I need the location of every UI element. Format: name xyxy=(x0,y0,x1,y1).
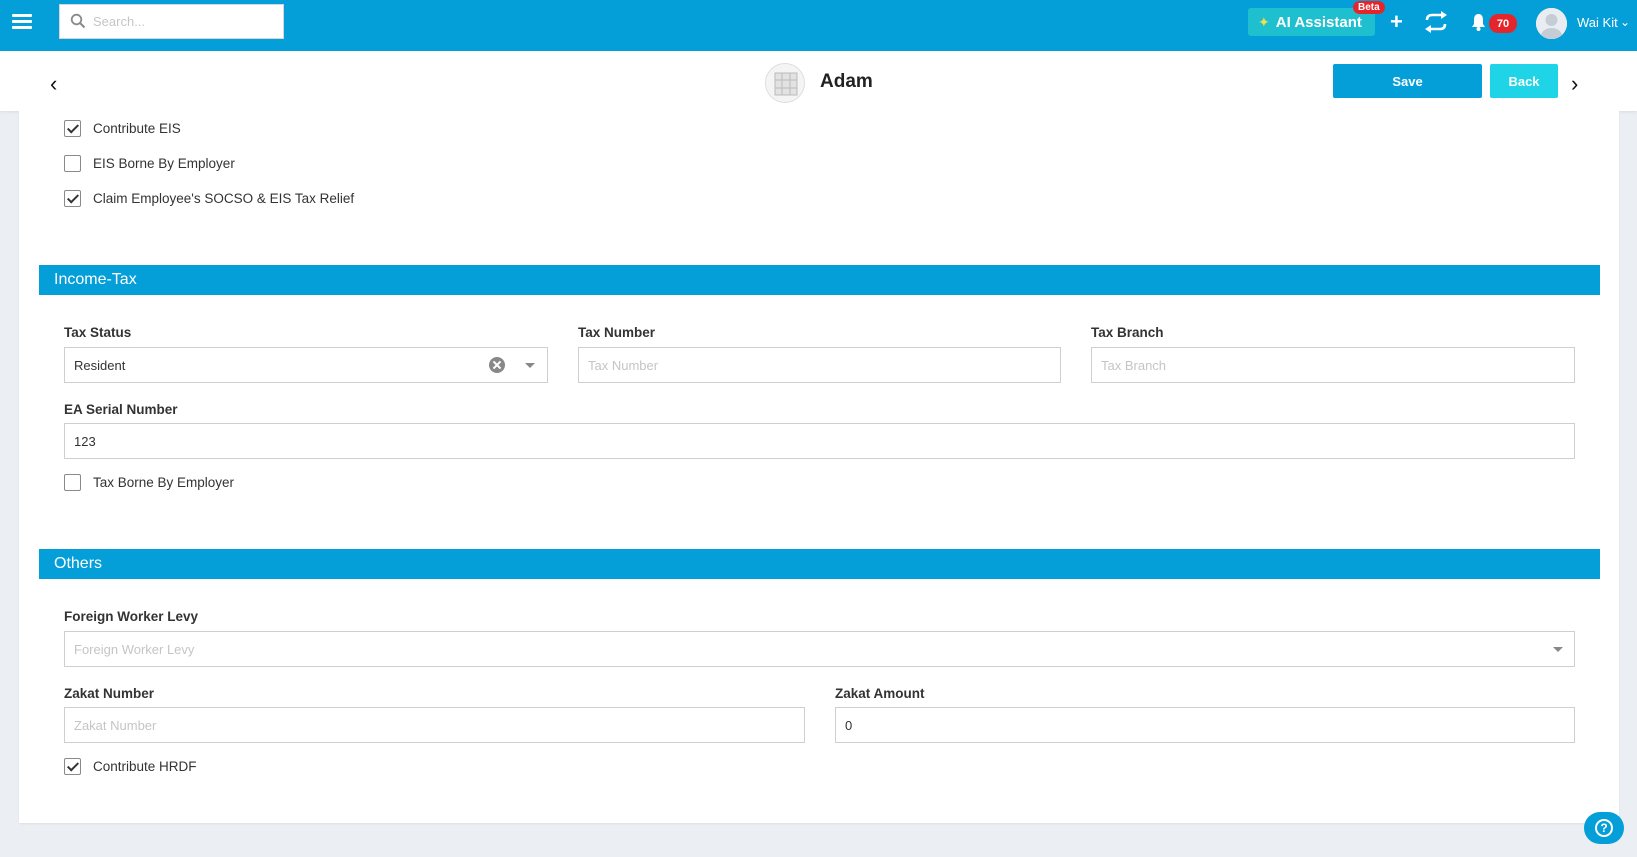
contribute-hrdf-checkbox[interactable] xyxy=(64,758,81,775)
claim-relief-label: Claim Employee's SOCSO & EIS Tax Relief xyxy=(93,191,355,206)
zakat-amount-value: 0 xyxy=(845,717,853,733)
search-box[interactable] xyxy=(59,4,284,39)
back-button[interactable]: Back xyxy=(1490,64,1558,98)
zakat-amount-input[interactable]: 0 xyxy=(835,707,1575,743)
zakat-amount-label: Zakat Amount xyxy=(835,686,925,701)
question-icon: ? xyxy=(1595,819,1613,837)
tax-number-label: Tax Number xyxy=(578,325,656,340)
next-employee-icon[interactable]: › xyxy=(1571,71,1578,97)
zakat-number-label: Zakat Number xyxy=(64,686,155,701)
tax-status-select[interactable]: Resident xyxy=(64,347,548,383)
tax-branch-input[interactable]: Tax Branch xyxy=(1091,347,1575,383)
employee-name: Adam xyxy=(820,71,873,92)
top-navigation-bar: ✦ AI Assistant Beta + 70 Wai Kit ⌄ xyxy=(0,0,1637,51)
contribute-eis-checkbox[interactable] xyxy=(64,120,81,137)
save-button[interactable]: Save xyxy=(1333,64,1482,98)
help-button[interactable]: ? xyxy=(1584,812,1624,844)
contribute-hrdf-label: Contribute HRDF xyxy=(93,759,197,774)
claim-relief-checkbox[interactable] xyxy=(64,190,81,207)
ea-serial-value: 123 xyxy=(74,433,96,449)
tax-number-placeholder: Tax Number xyxy=(588,357,659,373)
contribute-eis-row[interactable]: Contribute EIS xyxy=(64,120,181,137)
foreign-levy-select[interactable]: Foreign Worker Levy xyxy=(64,631,1575,667)
ea-serial-input[interactable]: 123 xyxy=(64,423,1575,459)
tax-borne-checkbox[interactable] xyxy=(64,474,81,491)
others-section-header: Others xyxy=(39,549,1600,579)
clear-icon[interactable] xyxy=(489,357,505,373)
claim-relief-row[interactable]: Claim Employee's SOCSO & EIS Tax Relief xyxy=(64,190,354,207)
search-input[interactable] xyxy=(93,5,278,38)
tax-branch-label: Tax Branch xyxy=(1091,325,1164,340)
hamburger-menu-icon[interactable] xyxy=(12,14,32,30)
tax-borne-row[interactable]: Tax Borne By Employer xyxy=(64,474,234,491)
sparkle-icon: ✦ xyxy=(1258,13,1270,30)
user-avatar[interactable] xyxy=(1536,8,1567,39)
ai-assistant-label: AI Assistant xyxy=(1275,13,1362,31)
bell-icon[interactable] xyxy=(1471,13,1486,31)
dropdown-caret-icon[interactable] xyxy=(1553,647,1563,652)
income-tax-section-header: Income-Tax xyxy=(39,265,1600,295)
tax-branch-placeholder: Tax Branch xyxy=(1101,357,1167,373)
tax-status-label: Tax Status xyxy=(64,325,132,340)
previous-employee-icon[interactable]: ‹ xyxy=(50,71,57,97)
tax-borne-label: Tax Borne By Employer xyxy=(93,475,235,490)
contribute-hrdf-row[interactable]: Contribute HRDF xyxy=(64,758,197,775)
employee-avatar xyxy=(765,63,805,103)
eis-borne-label: EIS Borne By Employer xyxy=(93,156,235,171)
tax-status-value: Resident xyxy=(74,357,126,373)
user-name[interactable]: Wai Kit xyxy=(1577,15,1618,30)
zakat-number-input[interactable]: Zakat Number xyxy=(64,707,805,743)
foreign-levy-placeholder: Foreign Worker Levy xyxy=(74,641,195,657)
zakat-number-placeholder: Zakat Number xyxy=(74,717,157,733)
dropdown-caret-icon[interactable] xyxy=(525,363,535,368)
beta-badge: Beta xyxy=(1353,1,1385,14)
employee-header: ‹ Adam Save Back › xyxy=(0,51,1637,111)
search-icon xyxy=(70,13,86,29)
eis-borne-row[interactable]: EIS Borne By Employer xyxy=(64,155,235,172)
notification-count-badge: 70 xyxy=(1489,14,1517,33)
ea-serial-label: EA Serial Number xyxy=(64,402,178,417)
chevron-down-icon[interactable]: ⌄ xyxy=(1620,15,1630,29)
foreign-levy-label: Foreign Worker Levy xyxy=(64,609,199,624)
contribute-eis-label: Contribute EIS xyxy=(93,121,181,136)
eis-borne-checkbox[interactable] xyxy=(64,155,81,172)
plus-icon[interactable]: + xyxy=(1390,9,1403,35)
sync-icon[interactable] xyxy=(1423,10,1449,34)
tax-number-input[interactable]: Tax Number xyxy=(578,347,1061,383)
